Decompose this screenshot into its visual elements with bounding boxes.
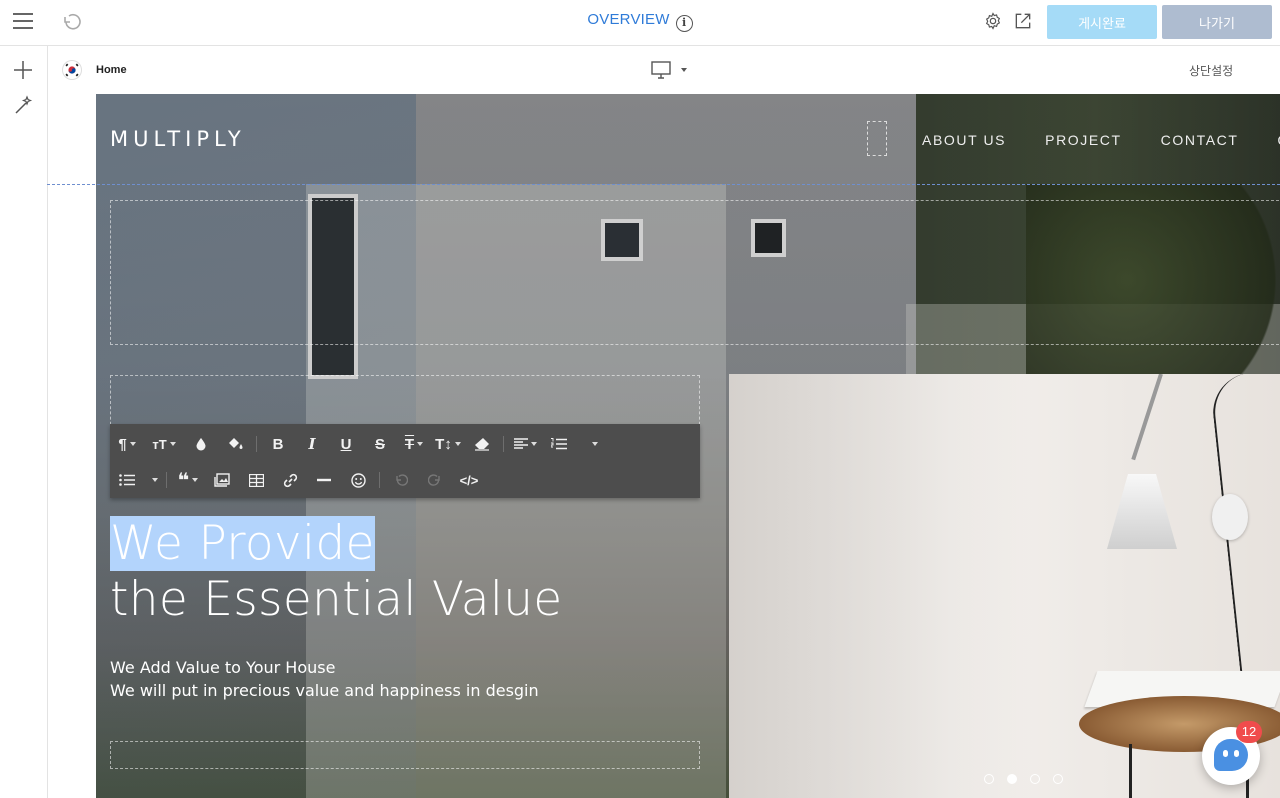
chevron-down-icon [681,68,688,72]
nav-item-contact[interactable]: CONTACT [1161,132,1239,148]
gear-icon[interactable] [983,11,1003,31]
hero-title-line2[interactable]: the Essential Value [110,572,563,627]
overview-title[interactable]: OVERVIEW [587,11,669,28]
menu-icon[interactable] [13,13,33,29]
top-bar: OVERVIEW i 게시완료 나가기 [0,0,1280,46]
hero-subtitle-line1: We Add Value to Your House [110,658,336,677]
hero-subtitle-line2: We will put in precious value and happin… [110,681,539,700]
emoji-icon[interactable] [341,464,375,496]
hero-title[interactable]: We Provide the Essential Value [110,516,563,628]
text-block-box[interactable] [110,375,700,430]
code-view-icon[interactable]: </> [452,464,486,496]
horizontal-rule-icon[interactable] [307,464,341,496]
exit-button[interactable]: 나가기 [1162,5,1272,39]
align-icon[interactable] [508,428,542,460]
text-transform-icon[interactable]: T [397,428,431,460]
chat-unread-badge: 12 [1236,721,1262,743]
magic-wand-icon[interactable] [13,95,33,115]
slider-dot[interactable] [1030,774,1040,784]
undo-icon[interactable] [384,464,418,496]
external-link-icon[interactable] [1013,11,1033,31]
italic-icon[interactable]: I [295,428,329,460]
slider-dot[interactable] [1007,774,1017,784]
publish-button[interactable]: 게시완료 [1047,5,1157,39]
text-color-icon[interactable] [184,428,218,460]
font-size-icon[interactable]: тT [144,428,184,460]
site-canvas: MULTIPLY ABOUT US PROJECT CONTACT Q ¶ тT… [96,94,1280,798]
header-settings-link[interactable]: 상단설정 [1189,62,1233,79]
background-color-icon[interactable] [218,428,252,460]
nav-item-project[interactable]: PROJECT [1045,132,1122,148]
bold-icon[interactable]: B [261,428,295,460]
chat-bot-icon [1214,739,1248,771]
ordered-list-dropdown[interactable] [576,428,610,460]
undo-icon[interactable] [60,10,84,34]
table-icon[interactable] [239,464,273,496]
redo-icon[interactable] [418,464,452,496]
unordered-list-icon[interactable] [110,464,144,496]
line-height-icon[interactable]: T↕ [431,428,465,460]
empty-block-box[interactable] [110,741,700,769]
strikethrough-icon[interactable]: S [363,428,397,460]
nav-placeholder-box[interactable] [867,121,887,156]
language-flag-icon[interactable] [63,61,81,79]
desktop-icon [651,61,671,79]
page-name[interactable]: Home [96,64,127,76]
hero-title-selected-text[interactable]: We Provide [110,516,375,571]
slider-dot[interactable] [1053,774,1063,784]
hero-subtitle[interactable]: We Add Value to Your House We will put i… [110,656,539,702]
info-icon[interactable]: i [675,15,693,32]
text-editor-toolbar: ¶ тT B I U S T T↕ ❝ </> [110,424,700,498]
empty-section-box[interactable] [110,200,1280,345]
tool-rail [0,46,48,798]
interior-photo[interactable] [729,374,1280,798]
slider-dot[interactable] [984,774,994,784]
lamp-image [1107,474,1177,549]
underline-icon[interactable]: U [329,428,363,460]
eraser-icon[interactable] [465,428,499,460]
quote-icon[interactable]: ❝ [171,464,205,496]
paragraph-icon[interactable]: ¶ [110,428,144,460]
device-selector[interactable] [650,60,690,80]
link-icon[interactable] [273,464,307,496]
slider-dots [984,774,1063,784]
plus-icon[interactable] [13,60,33,80]
page-bar: Home 상단설정 [49,46,1280,94]
site-nav: ABOUT US PROJECT CONTACT Q [922,132,1280,148]
image-icon[interactable] [205,464,239,496]
unordered-list-dropdown[interactable] [144,464,162,496]
site-brand-logo[interactable]: MULTIPLY [110,127,246,151]
nav-item-about-us[interactable]: ABOUT US [922,132,1006,148]
section-guide-line [47,184,1280,185]
ordered-list-icon[interactable] [542,428,576,460]
